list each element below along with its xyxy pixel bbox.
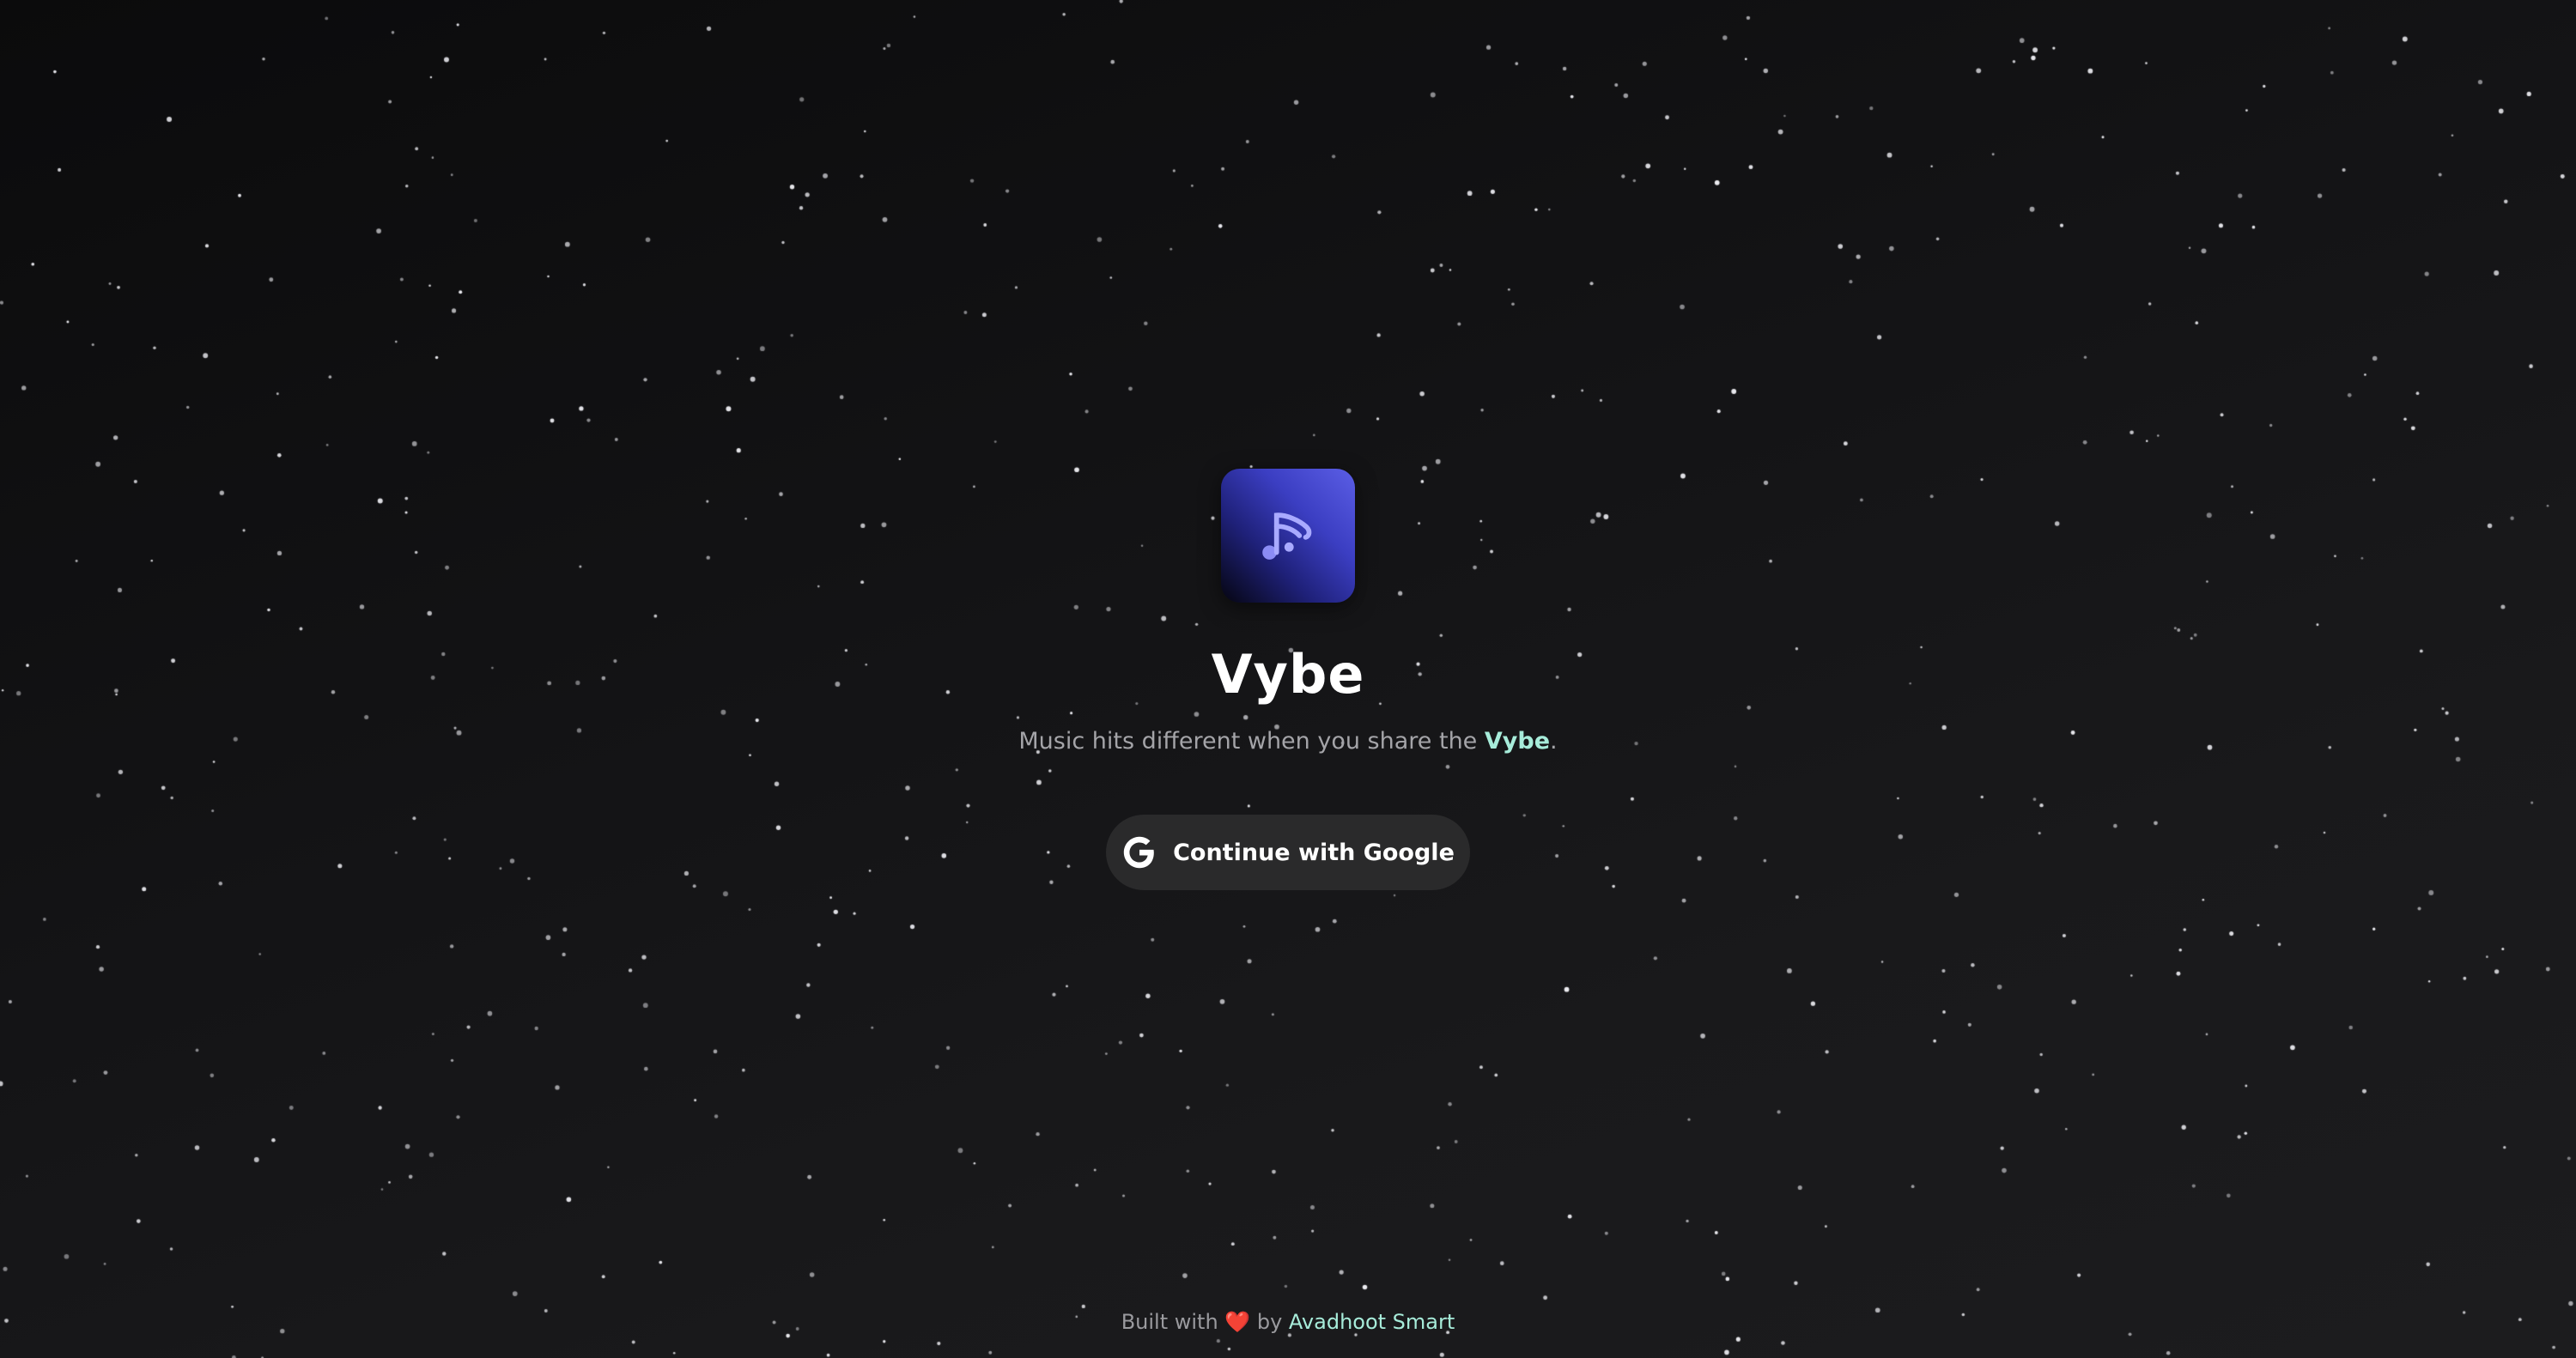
continue-with-google-label: Continue with Google: [1173, 839, 1455, 866]
tagline: Music hits different when you share the …: [0, 724, 2576, 759]
footer-by: by: [1250, 1310, 1289, 1334]
heart-icon: ❤️: [1224, 1310, 1251, 1334]
author-link[interactable]: Avadhoot Smart: [1289, 1310, 1455, 1334]
tagline-suffix: .: [1550, 728, 1558, 755]
continue-with-google-button[interactable]: Continue with Google: [1106, 815, 1470, 890]
footer-prefix: Built with: [1121, 1310, 1225, 1334]
music-note-icon: [1262, 512, 1312, 560]
app-title: Vybe: [1211, 643, 1365, 706]
tagline-brand: Vybe: [1484, 728, 1551, 755]
footer-credit: Built with ❤️ by Avadhoot Smart: [0, 1306, 2576, 1337]
google-icon: [1123, 836, 1154, 869]
tagline-text: Music hits different when you share the: [1018, 728, 1485, 755]
app-logo: [1221, 469, 1355, 603]
